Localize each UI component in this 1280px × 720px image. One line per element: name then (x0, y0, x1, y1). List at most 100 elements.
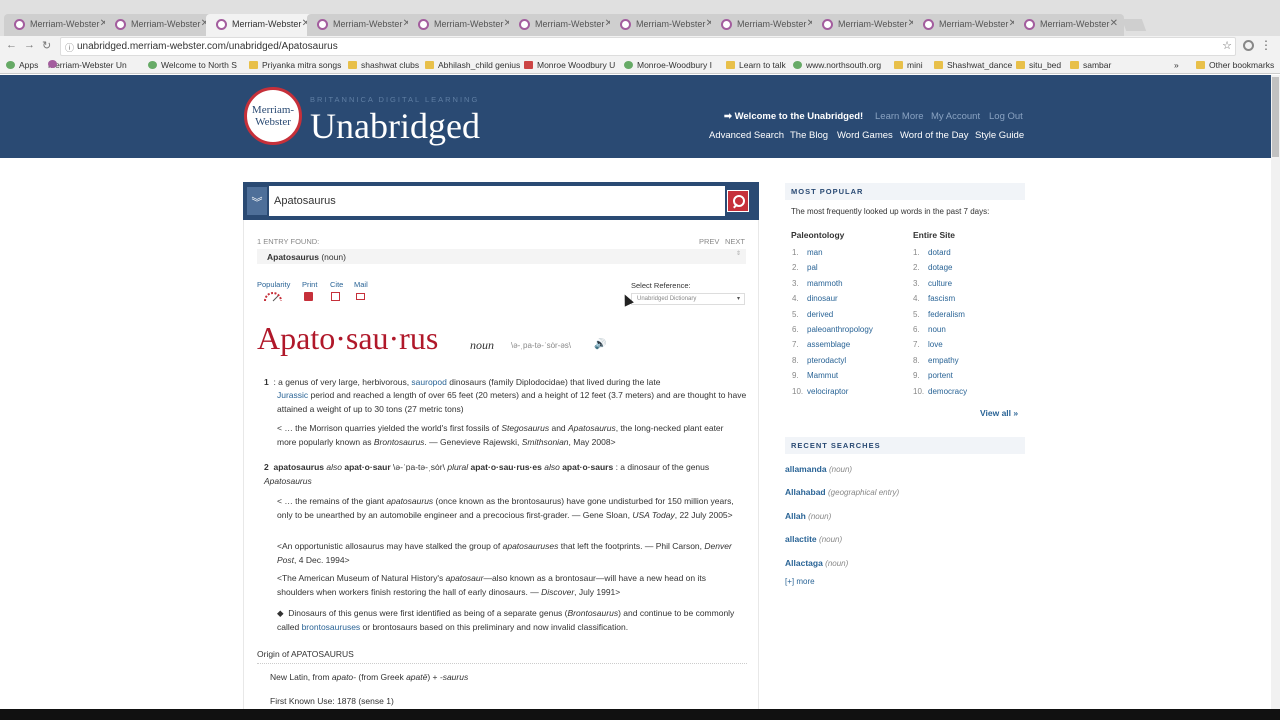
popular-word-item[interactable]: 10. velociraptor (792, 387, 848, 396)
bookmark-item[interactable]: Abhilash_child genius (425, 60, 520, 70)
popular-word-item[interactable]: 9. portent (913, 371, 953, 380)
select-reference-label: Select Reference: (631, 281, 691, 290)
browser-tab[interactable]: Merriam-Webster ✕ (509, 14, 619, 36)
cite-link[interactable]: Cite (330, 280, 343, 289)
back-icon[interactable]: ← (6, 39, 17, 51)
mail-icon[interactable] (356, 293, 365, 300)
popular-word-item[interactable]: 2. pal (792, 263, 818, 272)
bookmark-item[interactable]: Monroe Woodbury U (524, 60, 615, 70)
more-recent-link[interactable]: [+] more (785, 577, 815, 586)
popular-word-item[interactable]: 4. fascism (913, 294, 955, 303)
recent-search-item[interactable]: Allactaga (noun) (785, 558, 848, 568)
search-input[interactable] (269, 186, 725, 216)
prev-link[interactable]: PREV (699, 237, 719, 246)
browser-tab[interactable]: Merriam-Webster ✕ (408, 14, 518, 36)
nav-word-games[interactable]: Word Games (837, 130, 893, 141)
bookmark-item[interactable]: Merriam-Webster Un (48, 60, 127, 70)
url-input[interactable]: ⓘ unabridged.merriam-webster.com/unabridg… (60, 37, 1236, 56)
bookmarks-overflow-icon[interactable]: » (1174, 60, 1179, 70)
speaker-icon[interactable]: 🔊 (594, 339, 606, 350)
menu-icon[interactable]: ⋮ (1260, 38, 1272, 52)
nav-word-of-the-day[interactable]: Word of the Day (900, 130, 968, 141)
popular-word-item[interactable]: 9. Mammut (792, 371, 838, 380)
popular-word-item[interactable]: 8. pterodactyl (792, 356, 846, 365)
entries-found: 1 ENTRY FOUND: (257, 237, 320, 246)
print-link[interactable]: Print (302, 280, 317, 289)
recent-search-item[interactable]: allactite (noun) (785, 534, 842, 544)
nav-advanced-search[interactable]: Advanced Search (709, 130, 784, 141)
popular-word-item[interactable]: 3. mammoth (792, 279, 843, 288)
bookmark-item[interactable]: Priyanka mitra songs (249, 60, 341, 70)
popularity-gauge-icon[interactable] (263, 292, 283, 302)
popular-word-item[interactable]: 3. culture (913, 279, 952, 288)
cite-icon[interactable] (331, 292, 340, 301)
popular-word-item[interactable]: 6. noun (913, 325, 946, 334)
bookmark-item[interactable]: shashwat clubs (348, 60, 419, 70)
browser-tab[interactable]: Merriam-Webster ✕ (913, 14, 1023, 36)
mail-link[interactable]: Mail (354, 280, 368, 289)
site-icon (524, 61, 533, 69)
popular-word-item[interactable]: 7. love (913, 340, 943, 349)
bookmark-item[interactable]: situ_bed (1016, 60, 1061, 70)
bookmark-item[interactable]: Shashwat_dance (934, 60, 1012, 70)
chevron-down-icon[interactable]: ︾ (247, 187, 267, 215)
popular-word-item[interactable]: 8. empathy (913, 356, 959, 365)
popular-word-item[interactable]: 7. assemblage (792, 340, 850, 349)
browser-tab[interactable]: Merriam-Webster ✕ (812, 14, 922, 36)
recent-search-item[interactable]: Allah (noun) (785, 511, 831, 521)
bookmark-star-icon[interactable]: ☆ (1222, 39, 1232, 52)
browser-tab[interactable]: Merriam-Webster ✕ (105, 14, 215, 36)
my-account-link[interactable]: My Account (931, 111, 980, 122)
bookmark-item[interactable]: www.northsouth.org (793, 60, 881, 70)
browser-tab[interactable]: Merriam-Webster ✕ (711, 14, 821, 36)
reference-select[interactable]: Unabridged Dictionary ▾ (631, 293, 745, 305)
search-button[interactable] (727, 190, 749, 212)
popular-word-item[interactable]: 1. man (792, 248, 823, 257)
bookmark-item[interactable]: sambar (1070, 60, 1111, 70)
browser-tab[interactable]: Merriam-Webster ✕ (610, 14, 720, 36)
bookmark-item[interactable]: Learn to talk (726, 60, 786, 70)
forward-icon[interactable]: → (24, 39, 35, 51)
mw-logo[interactable]: Merriam- Webster (244, 87, 302, 145)
other-bookmarks[interactable]: Other bookmarks (1196, 60, 1274, 70)
close-icon[interactable]: ✕ (1110, 18, 1118, 29)
next-link[interactable]: NEXT (725, 237, 745, 246)
scrollbar[interactable] (1271, 75, 1280, 709)
extension-icon[interactable] (1243, 40, 1254, 51)
print-icon[interactable] (304, 292, 313, 301)
popular-word-item[interactable]: 2. dotage (913, 263, 952, 272)
bookmark-item[interactable]: Monroe-Woodbury I (624, 60, 712, 70)
recent-search-item[interactable]: allamanda (noun) (785, 464, 852, 474)
browser-tab-active[interactable]: Merriam-Webster ✕ (206, 14, 316, 36)
popular-word-item[interactable]: 5. federalism (913, 310, 965, 319)
bookmark-item[interactable]: Welcome to North S (148, 60, 237, 70)
reload-icon[interactable]: ↻ (42, 39, 51, 52)
popular-word-item[interactable]: 10. democracy (913, 387, 967, 396)
popular-word-item[interactable]: 1. dotard (913, 248, 951, 257)
browser-tab[interactable]: Merriam-Webster ✕ (1014, 14, 1124, 36)
bookmark-item[interactable]: mini (894, 60, 923, 70)
learn-more-link[interactable]: Learn More (875, 111, 924, 122)
view-all-link[interactable]: View all » (980, 408, 1018, 418)
recent-search-type: (noun) (828, 465, 853, 474)
browser-tab[interactable]: Merriam-Webster ✕ (307, 14, 417, 36)
bookmark-item[interactable]: Apps (6, 60, 38, 70)
folder-icon (1016, 61, 1025, 69)
popular-word-item[interactable]: 4. dinosaur (792, 294, 838, 303)
rank-number: 10. (913, 386, 925, 396)
nav-blog[interactable]: The Blog (790, 130, 828, 141)
new-tab-button[interactable] (1121, 19, 1147, 31)
origin-heading: Origin of APATOSAURUS (257, 649, 747, 664)
recent-search-item[interactable]: Allahabad (geographical entry) (785, 487, 899, 497)
chevron-down-icon: ⇕ (735, 251, 741, 257)
scrollbar-thumb[interactable] (1272, 77, 1279, 157)
folder-icon (894, 61, 903, 69)
nav-style-guide[interactable]: Style Guide (975, 130, 1024, 141)
recent-search-word: allactite (785, 534, 817, 545)
popularity-link[interactable]: Popularity (257, 280, 290, 289)
entry-selector[interactable]: Apatosaurus (noun) ⇕ (257, 249, 746, 264)
log-out-link[interactable]: Log Out (989, 111, 1023, 122)
browser-tab[interactable]: Merriam-Webster ✕ (4, 14, 114, 36)
popular-word-item[interactable]: 5. derived (792, 310, 833, 319)
popular-word-item[interactable]: 6. paleoanthropology (792, 325, 873, 334)
